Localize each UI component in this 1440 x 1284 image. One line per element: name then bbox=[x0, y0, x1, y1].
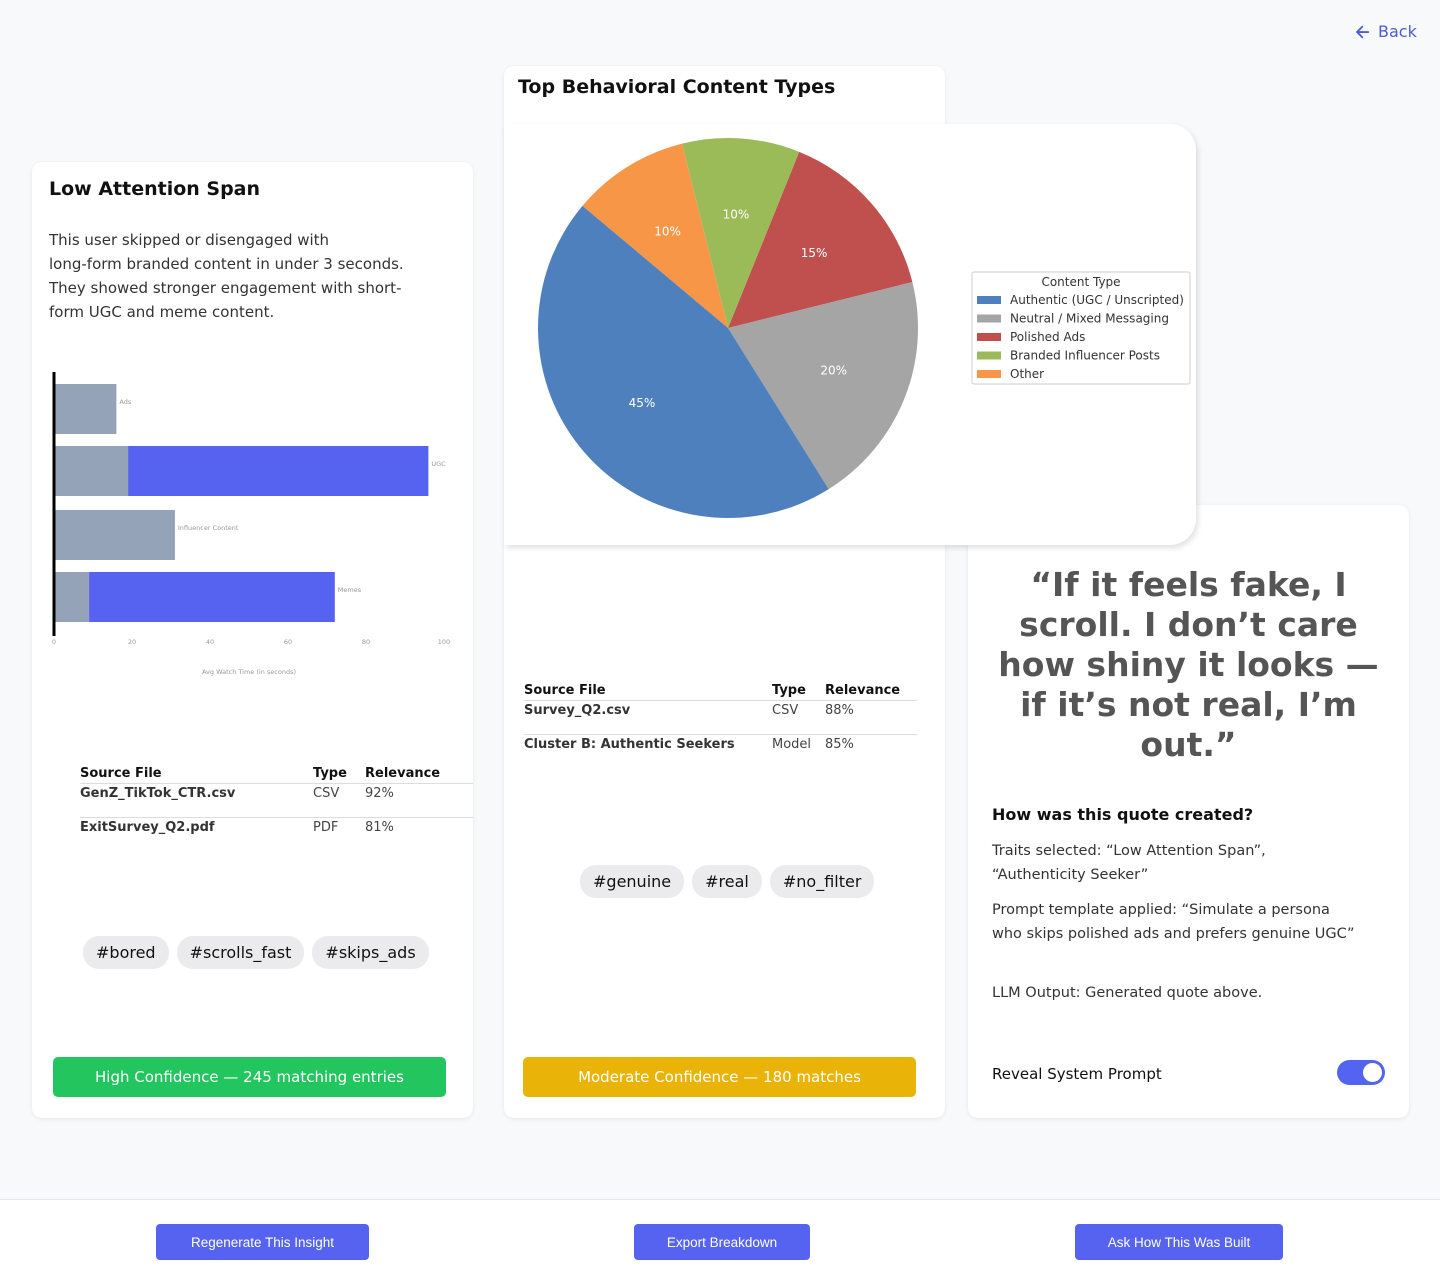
bar-segment bbox=[54, 510, 175, 560]
table-row: Survey_Q2.csv CSV 88% bbox=[524, 700, 917, 735]
source-type: Model bbox=[772, 737, 812, 752]
persona-quote: “If it feels fake, I scroll. I don’t car… bbox=[998, 565, 1379, 764]
bar-segment bbox=[128, 446, 429, 496]
source-relevance: 85% bbox=[825, 737, 854, 752]
legend-title: Content Type bbox=[1041, 275, 1120, 289]
col-header-relevance: Relevance bbox=[825, 683, 917, 701]
pie-slice-label: 45% bbox=[629, 396, 656, 410]
legend-swatch bbox=[977, 370, 1001, 378]
source-file: Cluster B: Authentic Seekers bbox=[524, 737, 735, 752]
how-created-template: Prompt template applied: “Simulate a per… bbox=[992, 902, 1355, 942]
tag-chip[interactable]: #no_filter bbox=[769, 865, 875, 898]
quote-card: “If it feels fake, I scroll. I don’t car… bbox=[968, 505, 1409, 1118]
bar-category-label: UGC bbox=[431, 460, 446, 468]
card-title: Top Behavioral Content Types bbox=[518, 76, 836, 98]
source-type: CSV bbox=[313, 783, 365, 818]
pie-slice-label: 15% bbox=[801, 246, 828, 260]
pie-chart-panel: 20% 15% 10% 10% 45% Content Type Authentic (UG… bbox=[504, 124, 1196, 545]
description-line: long-form branded content in under 3 sec… bbox=[49, 255, 404, 273]
how-created-heading: How was this quote created? bbox=[992, 805, 1254, 824]
source-type: CSV bbox=[772, 700, 825, 735]
pie-slice-label: 10% bbox=[723, 207, 750, 221]
tag-chip[interactable]: #scrolls_fast bbox=[176, 936, 305, 969]
bar-segment bbox=[89, 572, 335, 622]
description-line: This user skipped or disengaged with bbox=[49, 231, 330, 249]
col-header-source: Source File bbox=[524, 683, 772, 701]
reveal-prompt-toggle[interactable] bbox=[1337, 1060, 1385, 1085]
source-relevance: 92% bbox=[365, 783, 473, 818]
tag-list: #bored #scrolls_fast #skips_ads bbox=[83, 936, 429, 969]
source-table: Source File Type Relevance GenZ_TikTok_C… bbox=[80, 766, 473, 851]
table-row: GenZ_TikTok_CTR.csv CSV 92% bbox=[80, 783, 473, 818]
reveal-prompt-label: Reveal System Prompt bbox=[992, 1065, 1162, 1083]
tag-chip[interactable]: #genuine bbox=[580, 865, 685, 898]
bar-category-label: Ads bbox=[119, 398, 131, 406]
source-file: ExitSurvey_Q2.pdf bbox=[80, 820, 215, 835]
bar-category-label: Memes bbox=[338, 586, 362, 594]
confidence-badge: Moderate Confidence — 180 matches bbox=[523, 1057, 916, 1097]
ask-how-built-button[interactable]: Ask How This Was Built bbox=[1075, 1224, 1283, 1260]
confidence-badge: High Confidence — 245 matching entries bbox=[53, 1057, 446, 1097]
x-tick-label: 20 bbox=[128, 638, 136, 646]
legend-swatch bbox=[977, 296, 1001, 304]
legend-entry: Branded Influencer Posts bbox=[1010, 349, 1160, 363]
card-description: This user skipped or disengaged with lon… bbox=[49, 228, 429, 324]
col-header-type: Type bbox=[772, 683, 825, 701]
source-type: PDF bbox=[313, 820, 339, 835]
bottom-action-bar: Regenerate This Insight Export Breakdown… bbox=[0, 1199, 1440, 1284]
bar-category-label: Influencer Content bbox=[178, 524, 239, 532]
toggle-knob bbox=[1363, 1063, 1382, 1082]
x-tick-label: 80 bbox=[362, 638, 370, 646]
description-line: They showed stronger engagement with sho… bbox=[49, 279, 402, 297]
regenerate-insight-button[interactable]: Regenerate This Insight bbox=[156, 1224, 369, 1260]
col-header-type: Type bbox=[313, 766, 365, 784]
legend-swatch bbox=[977, 351, 1001, 360]
bar-segment bbox=[54, 572, 90, 622]
card-title: Low Attention Span bbox=[49, 178, 261, 200]
source-relevance: 88% bbox=[825, 700, 917, 735]
back-link[interactable]: Back bbox=[1354, 22, 1417, 41]
legend-entry: Authentic (UGC / Unscripted) bbox=[1010, 293, 1184, 307]
tag-chip[interactable]: #real bbox=[692, 865, 762, 898]
x-axis-label: Avg Watch Time (in seconds) bbox=[202, 668, 296, 676]
watch-time-bar-chart: Ads UGC Influencer Content Memes 0 20 40 60 80 10… bbox=[52, 372, 450, 676]
legend-swatch bbox=[977, 314, 1001, 323]
tag-chip[interactable]: #skips_ads bbox=[312, 936, 429, 969]
x-tick-label: 100 bbox=[438, 638, 450, 646]
col-header-relevance: Relevance bbox=[365, 766, 473, 784]
table-row: ExitSurvey_Q2.pdf PDF 81% bbox=[80, 818, 473, 852]
arrow-left-icon bbox=[1356, 25, 1370, 38]
legend-entry: Other bbox=[1010, 367, 1044, 381]
legend-entry: Polished Ads bbox=[1010, 330, 1085, 344]
source-file: Survey_Q2.csv bbox=[524, 700, 772, 735]
description-line: form UGC and meme content. bbox=[49, 303, 275, 321]
content-type-pie-chart: 20% 15% 10% 10% 45% Content Type Authentic (UG… bbox=[538, 138, 1191, 518]
pie-slice-label: 20% bbox=[820, 364, 847, 378]
x-tick-label: 0 bbox=[52, 638, 56, 646]
pie-slice-label: 10% bbox=[654, 224, 681, 238]
source-table: Source File Type Relevance Survey_Q2.csv… bbox=[524, 683, 917, 768]
back-label: Back bbox=[1378, 22, 1417, 41]
how-created-output: LLM Output: Generated quote above. bbox=[992, 985, 1263, 1001]
table-row: Cluster B: Authentic Seekers Model 85% bbox=[524, 735, 917, 769]
source-file: GenZ_TikTok_CTR.csv bbox=[80, 783, 313, 818]
source-relevance: 81% bbox=[365, 820, 394, 835]
insight-card-low-attention: Low Attention Span This user skipped or … bbox=[32, 162, 473, 1118]
export-breakdown-button[interactable]: Export Breakdown bbox=[634, 1224, 810, 1260]
tag-list: #genuine #real #no_filter bbox=[580, 865, 875, 898]
legend-entry: Neutral / Mixed Messaging bbox=[1010, 312, 1169, 326]
how-created-traits: Traits selected: “Low Attention Span”, “… bbox=[992, 843, 1266, 883]
tag-chip[interactable]: #bored bbox=[83, 936, 169, 969]
bar-segment bbox=[54, 384, 117, 434]
x-tick-label: 40 bbox=[206, 638, 214, 646]
x-tick-label: 60 bbox=[284, 638, 292, 646]
bar-segment bbox=[54, 446, 129, 496]
legend-swatch bbox=[977, 333, 1001, 341]
col-header-source: Source File bbox=[80, 766, 313, 784]
